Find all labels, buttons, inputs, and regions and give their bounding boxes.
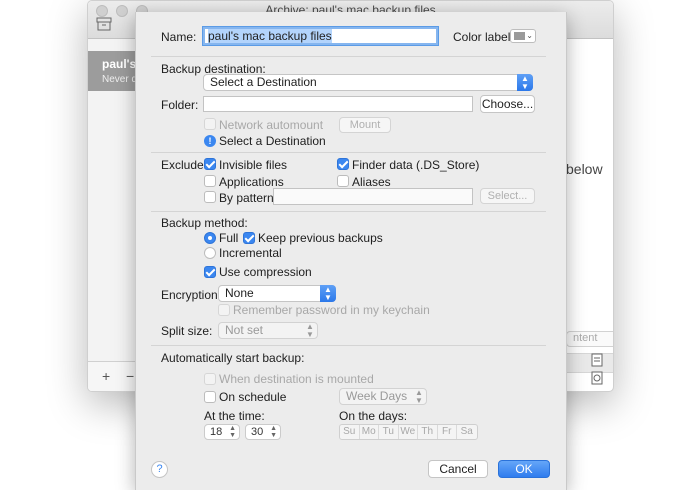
aliases-label: Aliases — [352, 175, 391, 189]
on-schedule-checkbox[interactable] — [204, 391, 216, 403]
network-automount-checkbox[interactable] — [204, 118, 216, 130]
schedule-value: Week Days — [346, 389, 408, 403]
day-fr[interactable]: Fr — [438, 425, 457, 439]
encryption-label: Encryption: — [161, 288, 222, 302]
folder-label: Folder: — [161, 98, 199, 112]
split-size-value: Not set — [225, 323, 264, 337]
add-icon[interactable]: + — [102, 368, 110, 384]
use-compression-label: Use compression — [219, 265, 312, 279]
invisible-files-label: Invisible files — [219, 158, 288, 172]
destination-popup[interactable]: Select a Destination ▲ ▼ — [203, 74, 533, 91]
minute-stepper[interactable]: 30 ▲ ▼ — [245, 424, 281, 440]
day-mo[interactable]: Mo — [360, 425, 379, 439]
name-field[interactable]: paul's mac backup files — [203, 27, 438, 45]
backup-method-label: Backup method: — [161, 216, 248, 230]
finder-data-label: Finder data (.DS_Store) — [352, 158, 480, 172]
color-label-label: Color label: — [453, 30, 514, 44]
pattern-field[interactable] — [273, 188, 473, 205]
at-time-label: At the time: — [204, 409, 265, 423]
divider — [151, 211, 546, 212]
day-sa[interactable]: Sa — [457, 425, 477, 439]
split-size-popup[interactable]: Not set ▲ ▼ — [218, 322, 318, 339]
encryption-popup[interactable]: None ▲ ▼ — [218, 285, 336, 302]
by-pattern-checkbox[interactable] — [204, 191, 216, 203]
split-size-label: Split size: — [161, 324, 213, 338]
keep-previous-label: Keep previous backups — [258, 231, 383, 245]
help-button[interactable]: ? — [151, 461, 168, 478]
aliases-checkbox[interactable] — [337, 175, 349, 187]
remove-icon[interactable]: − — [126, 368, 134, 384]
ok-button[interactable]: OK — [498, 460, 550, 478]
stepper-arrows-icon[interactable]: ▲ ▼ — [229, 425, 236, 439]
incremental-label: Incremental — [219, 246, 282, 260]
day-we[interactable]: We — [399, 425, 418, 439]
backup-settings-sheet: Name: paul's mac backup files Color labe… — [135, 12, 567, 490]
keep-previous-checkbox[interactable] — [243, 232, 255, 244]
auto-start-label: Automatically start backup: — [161, 351, 305, 365]
choose-button[interactable]: Choose... — [480, 95, 535, 113]
minute-value: 30 — [251, 426, 264, 438]
full-label: Full — [219, 231, 239, 245]
schedule-popup[interactable]: Week Days ▲ ▼ — [339, 388, 427, 405]
remember-password-checkbox[interactable] — [218, 304, 230, 316]
chevron-down-icon: ⌄ — [526, 31, 533, 40]
background-strip — [566, 353, 613, 373]
popup-arrows-icon: ▲ ▼ — [415, 388, 423, 405]
popup-arrows-icon: ▲ ▼ — [306, 322, 314, 339]
on-days-label: On the days: — [339, 409, 408, 423]
remember-password-label: Remember password in my keychain — [233, 303, 430, 317]
hour-stepper[interactable]: 18 ▲ ▼ — [204, 424, 240, 440]
popup-arrows-icon: ▲ ▼ — [320, 285, 336, 302]
destination-popup-value: Select a Destination — [210, 75, 317, 89]
network-automount-label: Network automount — [219, 118, 324, 132]
full-radio[interactable] — [204, 232, 216, 244]
mount-button[interactable]: Mount — [339, 117, 391, 133]
days-selector[interactable]: Su Mo Tu We Th Fr Sa — [339, 424, 478, 440]
day-th[interactable]: Th — [418, 425, 438, 439]
incremental-radio[interactable] — [204, 247, 216, 259]
exclude-label: Exclude: — [161, 158, 208, 172]
clock-icon[interactable] — [591, 371, 603, 385]
by-pattern-label: By pattern: — [219, 191, 278, 205]
destination-info-text: Select a Destination — [219, 134, 326, 148]
hour-value: 18 — [210, 426, 223, 438]
when-mounted-label: When destination is mounted — [219, 372, 374, 386]
divider — [151, 56, 546, 57]
background-button[interactable]: ntent — [566, 331, 613, 347]
day-tu[interactable]: Tu — [379, 425, 399, 439]
select-pattern-button[interactable]: Select... — [480, 188, 535, 204]
divider — [151, 345, 546, 346]
on-schedule-label: On schedule — [219, 390, 287, 404]
divider — [151, 152, 546, 153]
color-label-picker[interactable]: ⌄ — [510, 29, 536, 43]
day-su[interactable]: Su — [340, 425, 360, 439]
finder-data-checkbox[interactable] — [337, 158, 349, 170]
popup-arrows-icon: ▲ ▼ — [517, 74, 533, 91]
invisible-files-checkbox[interactable] — [204, 158, 216, 170]
color-swatch — [514, 32, 525, 40]
background-text: below — [566, 161, 603, 177]
cancel-button[interactable]: Cancel — [428, 460, 488, 478]
when-mounted-checkbox[interactable] — [204, 373, 216, 385]
stepper-arrows-icon[interactable]: ▲ ▼ — [270, 425, 277, 439]
document-icon[interactable] — [591, 353, 603, 367]
folder-field[interactable] — [203, 96, 473, 112]
archive-icon[interactable] — [96, 17, 112, 31]
info-icon: ! — [204, 135, 216, 147]
use-compression-checkbox[interactable] — [204, 266, 216, 278]
applications-label: Applications — [219, 175, 284, 189]
encryption-value: None — [225, 286, 254, 300]
name-label: Name: — [161, 30, 197, 44]
applications-checkbox[interactable] — [204, 175, 216, 187]
